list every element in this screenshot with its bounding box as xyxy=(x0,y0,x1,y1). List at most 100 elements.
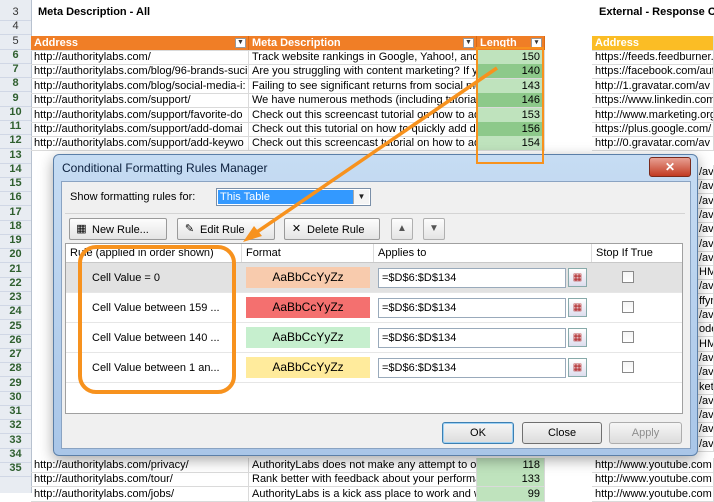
applies-to-input[interactable]: =$D$6:$D$134 xyxy=(378,268,566,288)
cell-ext-address[interactable]: ffyr xyxy=(696,293,714,309)
cell-ext-address[interactable]: /av xyxy=(696,222,714,238)
cell-address[interactable]: http://authoritylabs.com/support/favorit… xyxy=(31,107,249,123)
cell-ext-address[interactable]: https://www.linkedin.com xyxy=(592,93,714,109)
delete-rule-button[interactable]: ✕ Delete Rule xyxy=(284,218,380,240)
stop-if-true-checkbox[interactable] xyxy=(622,331,634,343)
cell-meta-description[interactable]: AuthorityLabs is a kick ass place to wor… xyxy=(249,486,477,502)
cell-ext-address[interactable]: http://www.youtube.com xyxy=(592,486,714,502)
cell-meta-description[interactable]: Check out this tutorial on how to quickl… xyxy=(249,122,477,137)
cell-ext-address[interactable]: https://facebook.com/aut xyxy=(592,64,714,80)
cell-ext-address[interactable]: /av xyxy=(696,308,714,323)
show-rules-select[interactable]: This Table ▼ xyxy=(216,188,371,206)
format-preview: AaBbCcYyZz xyxy=(246,327,370,348)
cell-ext-address[interactable]: http://0.gravatar.com/av xyxy=(592,136,714,152)
chevron-down-icon[interactable]: ▼ xyxy=(353,190,369,204)
cell-meta-description[interactable]: Check out this screencast tutorial on ho… xyxy=(249,136,477,152)
column-applies-to: Applies to xyxy=(374,244,592,262)
rule-row[interactable]: Cell Value between 159 ... AaBbCcYyZz =$D$… xyxy=(66,293,682,323)
cell-length[interactable]: 140 xyxy=(477,64,545,80)
cell-ext-address[interactable]: http://www.youtube.com xyxy=(592,458,714,473)
cell-ext-address[interactable]: https://feeds.feedburner.co xyxy=(592,50,714,65)
cell-ext-address[interactable]: /av xyxy=(696,250,714,266)
stop-if-true-checkbox[interactable] xyxy=(622,301,634,313)
rule-row[interactable]: Cell Value = 0 AaBbCcYyZz =$D$6:$D$134 ▦ xyxy=(66,263,682,293)
cell-address[interactable]: http://authoritylabs.com/jobs/ xyxy=(31,486,249,502)
cell-length[interactable]: 118 xyxy=(477,458,545,473)
cell-length[interactable]: 150 xyxy=(477,50,545,65)
edit-rule-button[interactable]: ✎ Edit Rule xyxy=(177,218,275,240)
cell-ext-address[interactable]: http://www.marketing.org xyxy=(592,107,714,123)
applies-to-input[interactable]: =$D$6:$D$134 xyxy=(378,328,566,348)
range-picker-icon[interactable]: ▦ xyxy=(568,298,587,317)
cell-ext-address[interactable]: HMg xyxy=(696,265,714,281)
cell-meta-description[interactable]: AuthorityLabs does not make any attempt … xyxy=(249,458,477,473)
cell-meta-description[interactable]: We have numerous methods (including tuto… xyxy=(249,93,477,109)
close-icon[interactable]: ✕ xyxy=(649,157,691,177)
stop-if-true-checkbox[interactable] xyxy=(622,361,634,373)
cell-meta-description[interactable]: Track website rankings in Google, Yahoo!… xyxy=(249,50,477,65)
cell-length[interactable]: 133 xyxy=(477,472,545,488)
range-picker-icon[interactable]: ▦ xyxy=(568,328,587,347)
close-button[interactable]: Close xyxy=(522,422,602,444)
cell-address[interactable]: http://authoritylabs.com/tour/ xyxy=(31,472,249,488)
cell-ext-address[interactable]: /av xyxy=(696,179,714,195)
cell-ext-address[interactable]: /av xyxy=(696,393,714,409)
applies-to-input[interactable]: =$D$6:$D$134 xyxy=(378,358,566,378)
cell-address[interactable]: http://authoritylabs.com/blog/social-med… xyxy=(31,78,249,94)
cell-ext-address[interactable]: /av xyxy=(696,422,714,438)
rule-row[interactable]: Cell Value between 140 ... AaBbCcYyZz =$D$… xyxy=(66,323,682,353)
rules-grid: Rule (applied in order shown) Format App… xyxy=(65,243,683,414)
cell-ext-address[interactable]: ket. xyxy=(696,379,714,395)
cell-ext-address[interactable]: https://plus.google.com/ xyxy=(592,122,714,137)
stop-if-true-checkbox[interactable] xyxy=(622,271,634,283)
cell-length[interactable]: 154 xyxy=(477,136,545,152)
apply-button[interactable]: Apply xyxy=(609,422,682,444)
cell-ext-address[interactable]: /av xyxy=(696,408,714,424)
move-down-button[interactable]: ▼ xyxy=(423,218,445,240)
range-picker-icon[interactable]: ▦ xyxy=(568,358,587,377)
cell-length[interactable]: 99 xyxy=(477,486,545,502)
format-preview: AaBbCcYyZz xyxy=(246,357,370,378)
cell-meta-description[interactable]: Failing to see significant returns from … xyxy=(249,78,477,94)
cell-meta-description[interactable]: Are you struggling with content marketin… xyxy=(249,64,477,80)
cell-address[interactable]: http://authoritylabs.com/support/ xyxy=(31,93,249,109)
ok-button[interactable]: OK xyxy=(442,422,514,444)
cell-length[interactable]: 153 xyxy=(477,107,545,123)
new-rule-button[interactable]: ▦ New Rule... xyxy=(69,218,167,240)
move-up-button[interactable]: ▲ xyxy=(391,218,413,240)
applies-to-input[interactable]: =$D$6:$D$134 xyxy=(378,298,566,318)
cell-ext-address[interactable]: /av xyxy=(696,207,714,223)
cell-ext-address[interactable]: /av xyxy=(696,436,714,452)
column-header-address[interactable]: Address ▼ xyxy=(31,36,249,51)
cell-length[interactable]: 146 xyxy=(477,93,545,109)
range-picker-icon[interactable]: ▦ xyxy=(568,268,587,287)
cell-address[interactable]: http://authoritylabs.com/blog/96-brands-… xyxy=(31,64,249,80)
cell-ext-address[interactable]: /av xyxy=(696,236,714,252)
column-header-ext-address[interactable]: Address xyxy=(592,36,714,51)
column-header-meta-description[interactable]: Meta Description ▼ xyxy=(249,36,477,51)
filter-dropdown-icon[interactable]: ▼ xyxy=(463,38,474,48)
cell-ext-address[interactable]: HMg xyxy=(696,336,714,352)
cell-address[interactable]: http://authoritylabs.com/support/add-key… xyxy=(31,136,249,152)
filter-dropdown-icon[interactable]: ▼ xyxy=(235,38,246,48)
cell-ext-address[interactable]: http://1.gravatar.com/av xyxy=(592,78,714,94)
row-number[interactable]: 35 xyxy=(0,461,31,477)
cell-meta-description[interactable]: Check out this screencast tutorial on ho… xyxy=(249,107,477,123)
cell-ext-address[interactable]: /av xyxy=(696,350,714,366)
cell-length[interactable]: 143 xyxy=(477,78,545,94)
rule-row[interactable]: Cell Value between 1 an... AaBbCcYyZz =$D$… xyxy=(66,353,682,383)
filter-dropdown-icon[interactable]: ▾ xyxy=(531,38,542,48)
column-header-length[interactable]: Length ▾ xyxy=(477,36,545,51)
cell-ext-address[interactable]: /av xyxy=(696,165,714,180)
cell-ext-address[interactable]: http://www.youtube.com xyxy=(592,472,714,488)
row-number-column: 3 4 5 6 7 8 9 10 11 12 13 14 15 16 17 18 19 20 21 22 23 24 25 2… xyxy=(0,0,32,493)
cell-address[interactable]: http://authoritylabs.com/support/add-dom… xyxy=(31,122,249,137)
cell-ext-address[interactable]: /av xyxy=(696,193,714,209)
cell-address[interactable]: http://authoritylabs.com/privacy/ xyxy=(31,458,249,473)
cell-ext-address[interactable]: /av xyxy=(696,365,714,381)
cell-ext-address[interactable]: /av xyxy=(696,279,714,295)
cell-length[interactable]: 156 xyxy=(477,122,545,137)
cell-address[interactable]: http://authoritylabs.com/ xyxy=(31,50,249,65)
cell-meta-description[interactable]: Rank better with feedback about your per… xyxy=(249,472,477,488)
cell-ext-address[interactable]: ode xyxy=(696,322,714,338)
